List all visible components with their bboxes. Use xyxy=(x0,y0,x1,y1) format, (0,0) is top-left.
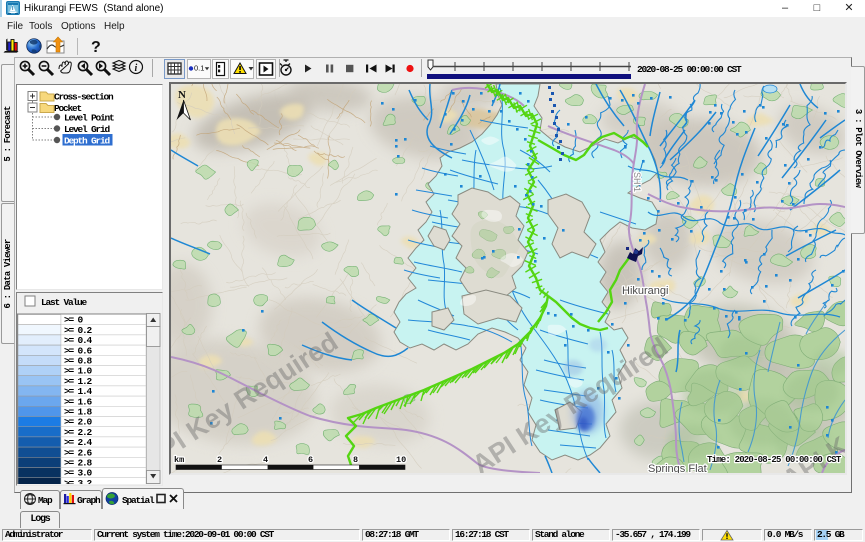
svg-text:Level Point: Level Point xyxy=(64,113,114,124)
svg-text:4: 4 xyxy=(263,455,268,465)
svg-text:N: N xyxy=(178,89,186,101)
svg-text:Spatial: Spatial xyxy=(122,495,155,506)
svg-text:Depth Grid: Depth Grid xyxy=(64,136,111,147)
svg-text:8: 8 xyxy=(353,455,358,465)
svg-text:Map: Map xyxy=(38,495,53,506)
svg-text:SH 1: SH 1 xyxy=(632,172,642,192)
svg-text:Hikurangi: Hikurangi xyxy=(622,285,668,297)
svg-text:km: km xyxy=(174,455,184,465)
svg-text:Level Grid: Level Grid xyxy=(64,124,111,135)
svg-text:Cross-section: Cross-section xyxy=(54,92,114,103)
svg-text:Last Value: Last Value xyxy=(41,297,88,308)
svg-text:?: ? xyxy=(91,39,101,56)
svg-text:Time: 2020-08-25 00:00:00 CST: Time: 2020-08-25 00:00:00 CST xyxy=(707,455,842,465)
svg-text:Graph: Graph xyxy=(77,495,101,506)
svg-text:Springs Flat: Springs Flat xyxy=(648,463,707,473)
svg-text:i: i xyxy=(135,63,138,74)
svg-text:10: 10 xyxy=(396,455,406,465)
svg-text:2: 2 xyxy=(217,455,222,465)
svg-text:6: 6 xyxy=(308,455,313,465)
svg-text:0.1: 0.1 xyxy=(194,64,204,73)
svg-text:>= 3.2: >= 3.2 xyxy=(64,478,93,484)
